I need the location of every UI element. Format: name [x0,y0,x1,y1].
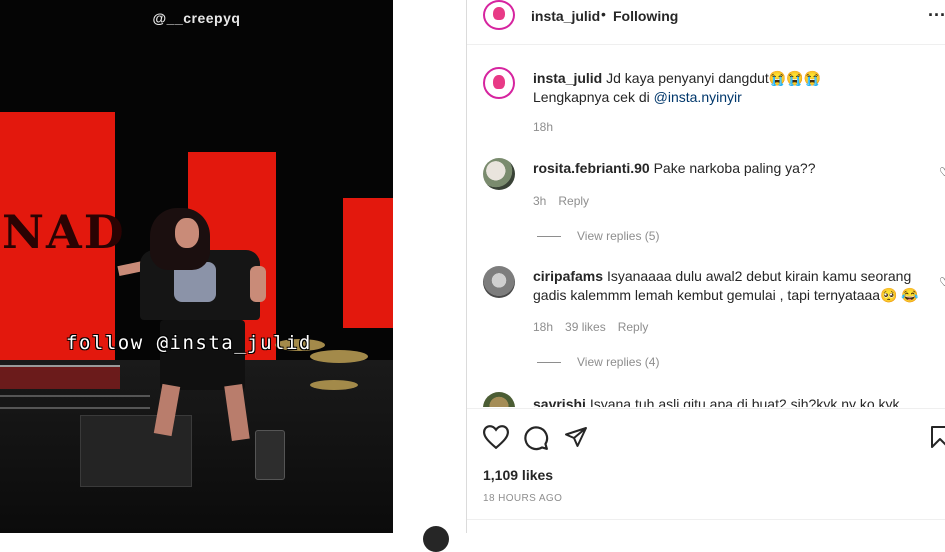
comment-body: Isyana tuh asli gitu apa di buat2 sih?ky… [589,396,900,407]
performer-skirt [160,320,245,390]
caption-username[interactable]: insta_julid [533,70,602,86]
comment-like-icon[interactable]: ♡ [939,275,945,289]
likes-count[interactable]: 1,109 likes [483,467,553,483]
stage-red-panel [343,198,393,328]
author-username[interactable]: insta_julid [531,8,600,24]
stage-banner-text: NAD [2,205,126,259]
send-icon[interactable] [563,425,589,449]
comment-time: 18h [533,320,554,334]
comments-list[interactable]: insta_julid Jd kaya penyanyi dangdut😭😭😭 … [467,45,945,407]
stage-speaker [80,415,192,487]
comment-meta: 3h Reply [533,194,601,208]
post-details: insta_julid • Following ... insta_julid … [467,0,945,533]
reply-button[interactable]: Reply [618,320,649,334]
performer-arm [250,266,266,302]
caption-avatar[interactable] [483,67,515,99]
reply-button[interactable]: Reply [558,194,589,208]
actions-divider [467,519,945,520]
post-actions: 1,109 likes 18 HOURS AGO [467,408,945,534]
watermark-follow: follow @insta_julid [66,332,312,354]
view-replies-button[interactable]: View replies (5) [577,229,659,243]
post-media[interactable]: NAD @__creepyq follow @insta_julid [0,0,393,533]
keyboard-instrument [0,365,120,389]
comment-body: Pake narkoba paling ya?? [653,160,816,176]
caption-mention-link[interactable]: @insta.nyinyir [654,89,742,105]
replies-divider [537,236,561,237]
comment-avatar[interactable] [483,266,515,298]
post-header: insta_julid • Following ... [467,0,945,45]
caption-time: 18h [533,120,554,134]
comment-avatar[interactable] [483,158,515,190]
comment-text: savrishi Isyana tuh asli gitu apa di bua… [533,395,900,407]
watermark-top: @__creepyq [152,10,241,26]
comment-text-line2: gadis kalemmm lemah kembut gemulai , tap… [533,287,919,303]
separator-dot: • [601,6,606,22]
audience-phone [255,430,285,480]
comment-meta: 18h 39 likes Reply [533,320,660,334]
following-button[interactable]: Following [613,8,678,24]
comment-username[interactable]: savrishi [533,396,586,407]
replies-divider [537,362,561,363]
caption-prefix: Lengkapnya cek di [533,89,654,105]
caption-line2: Lengkapnya cek di @insta.nyinyir [533,88,742,107]
comment-text: ciripafams Isyanaaaa dulu awal2 debut ki… [533,267,911,286]
heart-icon[interactable] [483,425,509,449]
comment-username[interactable]: ciripafams [533,268,603,284]
comment-text: rosita.febrianti.90 Pake narkoba paling … [533,159,816,178]
caption-body: Jd kaya penyanyi dangdut😭😭😭 [606,70,822,86]
stage-truss [0,395,150,409]
caption-text: insta_julid Jd kaya penyanyi dangdut😭😭😭 [533,69,821,88]
nav-circle-button[interactable] [423,526,449,552]
view-replies-button[interactable]: View replies (4) [577,355,659,369]
divider-gap [393,0,467,533]
performer-face [175,218,199,248]
cymbal [310,350,368,363]
comment-body: Isyanaaaa dulu awal2 debut kirain kamu s… [606,268,912,284]
comment-username[interactable]: rosita.febrianti.90 [533,160,650,176]
cymbal [310,380,358,390]
comment-icon[interactable] [523,425,549,451]
post-timestamp: 18 HOURS AGO [483,493,563,504]
bookmark-icon[interactable] [929,425,945,449]
more-options-icon[interactable]: ... [928,0,945,21]
comment-avatar[interactable] [483,392,515,407]
comment-time: 3h [533,194,547,208]
author-avatar[interactable] [483,0,515,30]
comment-likes[interactable]: 39 likes [565,320,606,334]
comment-like-icon[interactable]: ♡ [939,165,945,179]
